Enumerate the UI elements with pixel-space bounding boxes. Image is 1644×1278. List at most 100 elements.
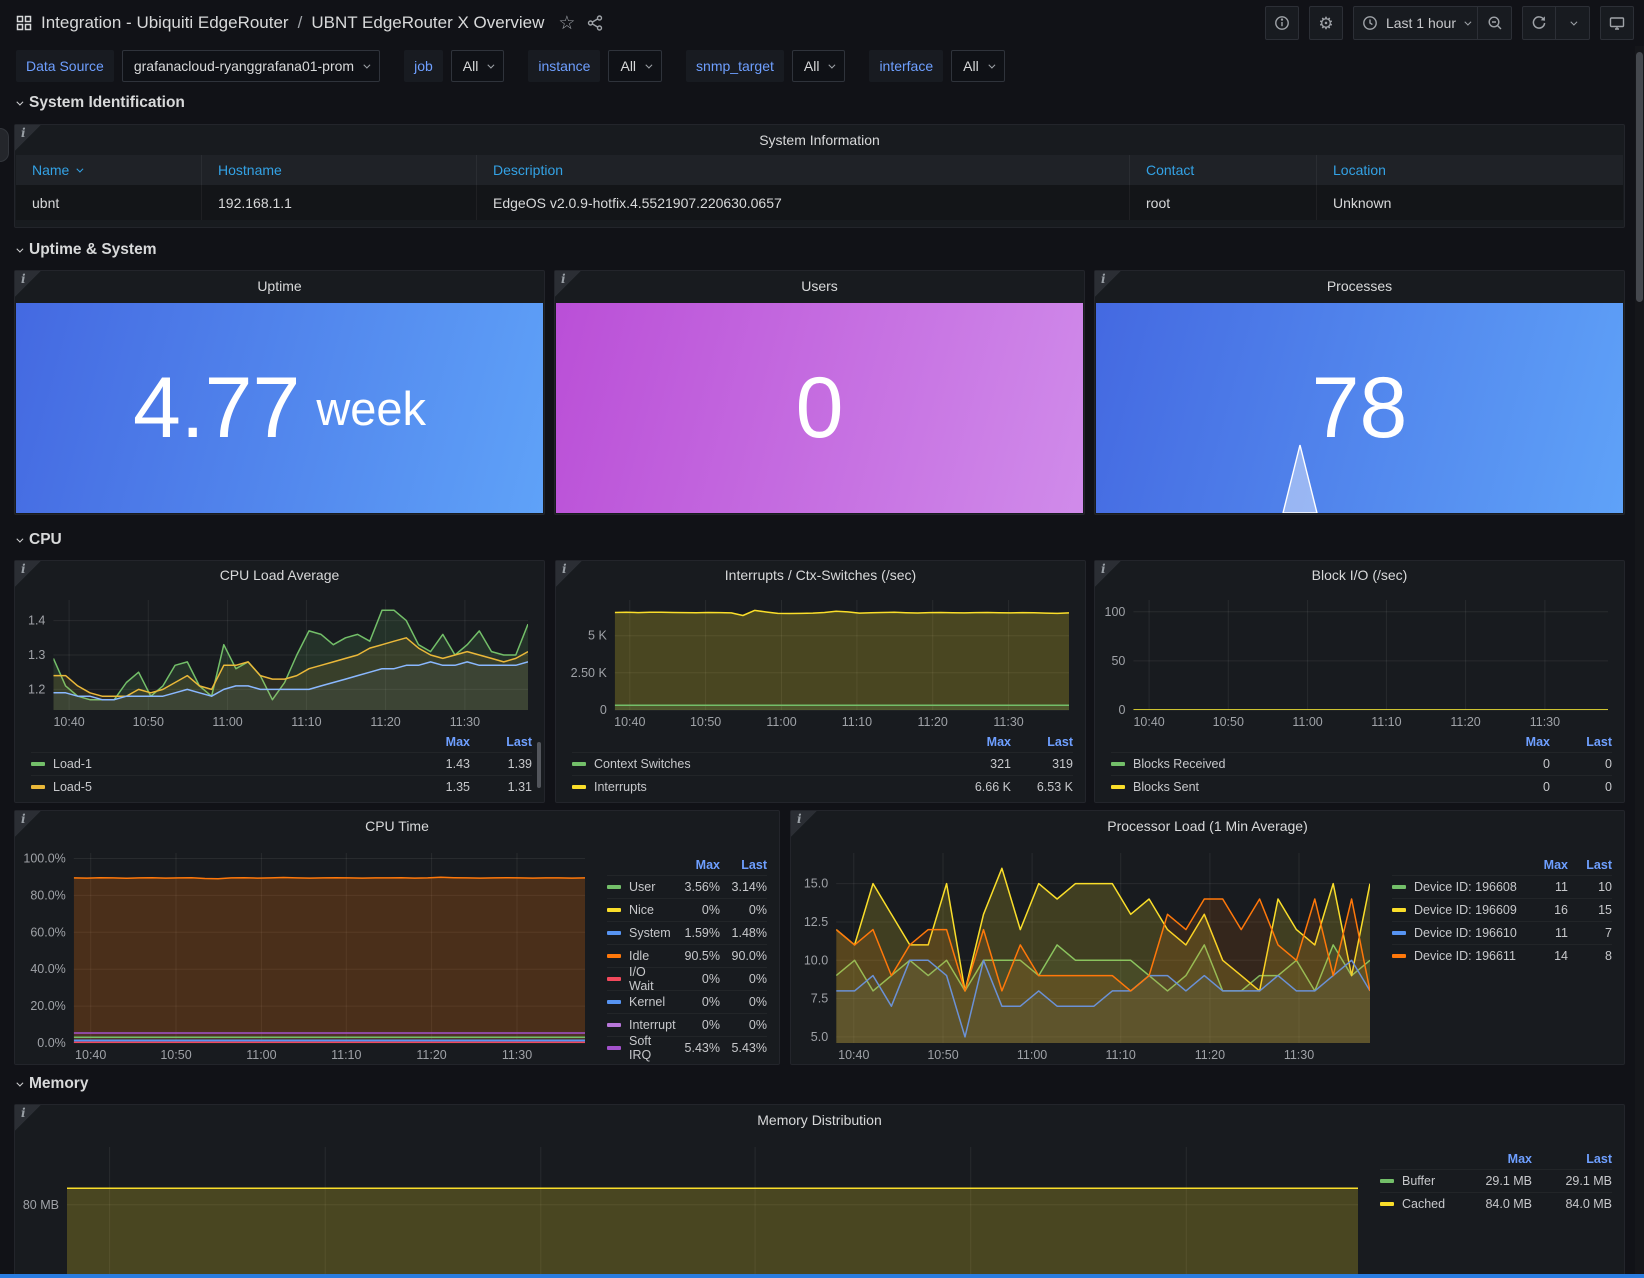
panel-info-corner-icon[interactable]: i (791, 811, 817, 837)
panel-title[interactable]: Block I/O (/sec) (1095, 561, 1624, 588)
panel-info-corner-icon[interactable]: i (15, 125, 41, 151)
apps-grid-icon[interactable] (16, 15, 32, 31)
page-scrollbar[interactable] (1635, 46, 1644, 1278)
section-cpu[interactable]: CPU (16, 529, 62, 551)
svg-text:11:20: 11:20 (370, 715, 400, 729)
legend-last: 7 (1568, 926, 1612, 940)
var-instance-picker[interactable]: All (608, 50, 662, 82)
column-header-description[interactable]: Description (477, 155, 1130, 185)
legend-item[interactable]: Device ID: 196610117 (1392, 921, 1612, 944)
panel-info-corner-icon[interactable]: i (15, 1105, 41, 1131)
panel-title[interactable]: Memory Distribution (15, 1105, 1624, 1135)
cpu-time-chart[interactable]: 0.0%20.0%40.0%60.0%80.0%100.0%10:4010:50… (19, 845, 593, 1063)
panel-info-corner-icon[interactable]: i (555, 271, 581, 297)
share-icon[interactable] (587, 15, 603, 31)
legend-label[interactable]: Nice (629, 903, 673, 917)
processor-load-chart[interactable]: 5.07.510.012.515.010:4010:5011:0011:1011… (795, 845, 1378, 1063)
panel-title[interactable]: Processes (1095, 271, 1624, 301)
legend-label[interactable]: Context Switches (594, 757, 949, 771)
section-uptime-system[interactable]: Uptime & System (16, 239, 156, 261)
legend-max: 1.59% (673, 926, 720, 940)
legend-label[interactable]: Blocks Sent (1133, 780, 1488, 794)
star-icon[interactable]: ☆ (558, 14, 575, 33)
legend-item[interactable]: Interrupts6.66 K6.53 K (572, 775, 1073, 798)
legend-item[interactable]: Load-11.431.39 (31, 752, 532, 775)
block-io-chart[interactable]: 05010010:4010:5011:0011:1011:2011:30 (1099, 592, 1616, 730)
panel-info-corner-icon[interactable]: i (1095, 271, 1121, 297)
time-range-picker[interactable]: Last 1 hour (1353, 6, 1478, 40)
legend-item[interactable]: Device ID: 1966091615 (1392, 898, 1612, 921)
legend-label[interactable]: User (629, 880, 673, 894)
legend-item[interactable]: Cached84.0 MB84.0 MB (1380, 1192, 1612, 1215)
zoom-out-time-button[interactable] (1478, 6, 1512, 40)
legend-label[interactable]: Load-1 (53, 757, 408, 771)
panel-title[interactable]: System Information (15, 125, 1624, 155)
panel-title[interactable]: Users (555, 271, 1084, 301)
panel-info-button[interactable] (1265, 6, 1299, 40)
legend-scrollbar[interactable] (537, 742, 541, 788)
chevron-down-icon (16, 1079, 23, 1086)
legend-label[interactable]: Interrupt (629, 1018, 673, 1032)
column-header-contact[interactable]: Contact (1130, 155, 1317, 185)
panel-title[interactable]: Uptime (15, 271, 544, 301)
panel-title[interactable]: CPU Load Average (15, 561, 544, 588)
legend-label[interactable]: Interrupts (594, 780, 949, 794)
legend-label[interactable]: Blocks Received (1133, 757, 1488, 771)
legend-item[interactable]: User3.56%3.14% (607, 875, 767, 898)
kiosk-mode-button[interactable] (1600, 6, 1634, 40)
legend-label[interactable]: Cached (1402, 1197, 1452, 1211)
legend-item[interactable]: Blocks Sent00 (1111, 775, 1612, 798)
legend-label[interactable]: Buffer (1402, 1174, 1452, 1188)
legend-item[interactable]: Kernel0%0% (607, 990, 767, 1013)
datasource-picker[interactable]: grafanacloud-ryanggrafana01-prom (122, 50, 380, 82)
refresh-interval-dropdown[interactable] (1556, 6, 1590, 40)
var-snmp-target-picker[interactable]: All (792, 50, 846, 82)
sidebar-handle[interactable] (0, 128, 9, 162)
column-header-name[interactable]: Name (16, 155, 202, 185)
dashboard-settings-button[interactable]: ⚙ (1309, 6, 1343, 40)
legend-label[interactable]: Load-5 (53, 780, 408, 794)
memory-chart[interactable]: 60 MB80 MB10:4010:5011:0011:1011:2011:30 (19, 1139, 1366, 1278)
legend-item[interactable]: Interrupt0%0% (607, 1013, 767, 1036)
legend-label[interactable]: Device ID: 196608 (1414, 880, 1524, 894)
panel-info-corner-icon[interactable]: i (15, 561, 41, 587)
legend-item[interactable]: Device ID: 196611148 (1392, 944, 1612, 967)
legend-item[interactable]: Idle90.5%90.0% (607, 944, 767, 967)
breadcrumb-folder[interactable]: Integration - Ubiquiti EdgeRouter (41, 13, 289, 33)
panel-title[interactable]: CPU Time (15, 811, 779, 841)
legend-item[interactable]: Buffer29.1 MB29.1 MB (1380, 1169, 1612, 1192)
legend-label[interactable]: I/O Wait (629, 965, 673, 993)
legend-label[interactable]: Device ID: 196611 (1414, 949, 1524, 963)
column-header-location[interactable]: Location (1317, 155, 1623, 185)
interrupts-chart[interactable]: 02.50 K5 K10:4010:5011:0011:1011:2011:30 (560, 592, 1077, 730)
panel-info-corner-icon[interactable]: i (1095, 561, 1121, 587)
panel-info-corner-icon[interactable]: i (15, 271, 41, 297)
legend-item[interactable]: Blocks Received00 (1111, 752, 1612, 775)
refresh-button[interactable] (1522, 6, 1556, 40)
panel-title[interactable]: Interrupts / Ctx-Switches (/sec) (556, 561, 1085, 588)
legend-label[interactable]: Soft IRQ (629, 1034, 673, 1062)
var-interface-picker[interactable]: All (951, 50, 1005, 82)
panel-title[interactable]: Processor Load (1 Min Average) (791, 811, 1624, 841)
panel-info-corner-icon[interactable]: i (556, 561, 582, 587)
page-scrollbar-thumb[interactable] (1636, 52, 1643, 302)
legend-label[interactable]: Idle (629, 949, 673, 963)
legend-item[interactable]: Device ID: 1966081110 (1392, 875, 1612, 898)
legend-label[interactable]: Kernel (629, 995, 673, 1009)
column-header-hostname[interactable]: Hostname (202, 155, 477, 185)
legend-label[interactable]: System (629, 926, 673, 940)
panel-info-corner-icon[interactable]: i (15, 811, 41, 837)
var-job-picker[interactable]: All (451, 50, 505, 82)
legend-item[interactable]: Context Switches321319 (572, 752, 1073, 775)
section-system-identification[interactable]: System Identification (16, 92, 185, 114)
section-memory[interactable]: Memory (16, 1073, 88, 1095)
legend-item[interactable]: System1.59%1.48% (607, 921, 767, 944)
legend-item[interactable]: I/O Wait0%0% (607, 967, 767, 990)
legend-item[interactable]: Nice0%0% (607, 898, 767, 921)
legend-label[interactable]: Device ID: 196609 (1414, 903, 1524, 917)
legend-item[interactable]: Soft IRQ5.43%5.43% (607, 1036, 767, 1059)
cpu-load-chart[interactable]: 1.21.31.410:4010:5011:0011:1011:2011:30 (19, 592, 536, 730)
legend-item[interactable]: Load-51.351.31 (31, 775, 532, 798)
legend-max: 29.1 MB (1452, 1174, 1532, 1188)
legend-label[interactable]: Device ID: 196610 (1414, 926, 1524, 940)
